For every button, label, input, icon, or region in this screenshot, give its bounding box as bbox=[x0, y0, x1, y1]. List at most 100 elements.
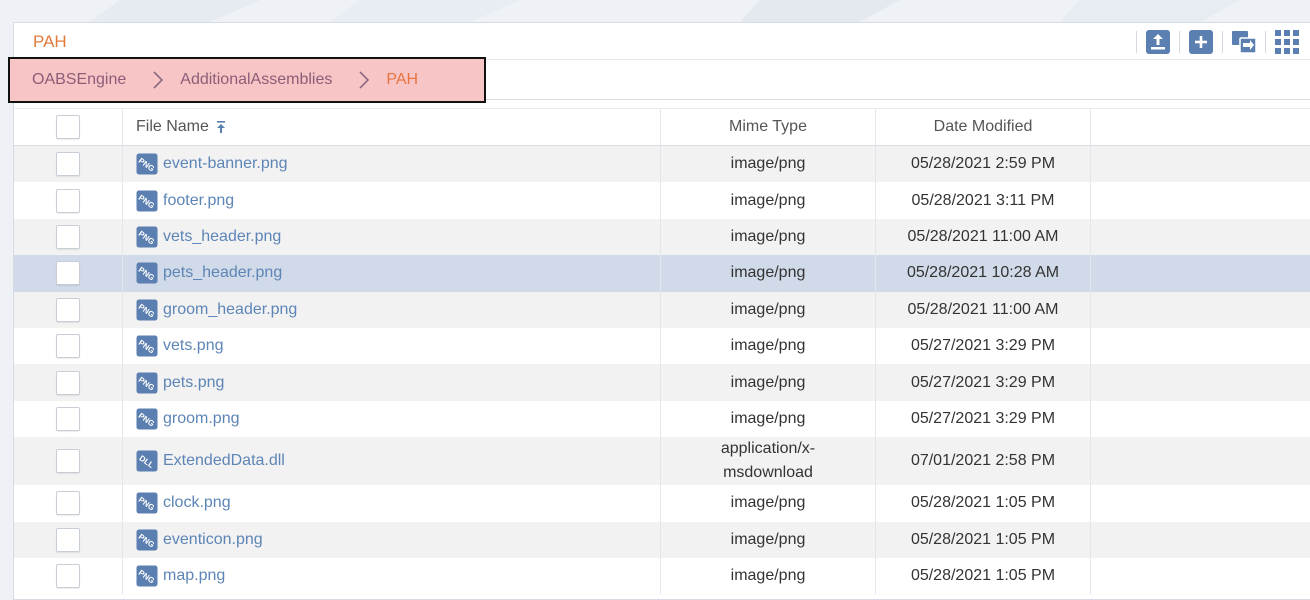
file-name-link[interactable]: ExtendedData.dll bbox=[163, 452, 285, 470]
move-icon bbox=[1232, 31, 1257, 54]
table-row-selected[interactable]: PNG pets_header.png image/png 05/28/2021… bbox=[14, 255, 1310, 292]
file-name-link[interactable]: map.png bbox=[163, 567, 225, 585]
file-name-cell: PNG footer.png bbox=[123, 182, 661, 219]
mime-type: image/png bbox=[730, 494, 806, 512]
date-modified-cell: 05/28/2021 11:00 AM bbox=[876, 291, 1091, 328]
table-row[interactable]: DLL ExtendedData.dll application/x- msdo… bbox=[14, 437, 1310, 486]
upload-icon bbox=[1146, 30, 1170, 54]
row-checkbox[interactable] bbox=[56, 297, 80, 322]
upload-button[interactable] bbox=[1145, 29, 1171, 55]
table-row[interactable]: PNG map.png image/png 05/28/2021 1:05 PM bbox=[14, 557, 1310, 595]
file-name-link[interactable]: eventicon.png bbox=[163, 531, 263, 549]
file-name-cell: PNG eventicon.png bbox=[123, 521, 661, 558]
column-header-label: File Name bbox=[136, 118, 209, 135]
mime-type: image/png bbox=[730, 337, 806, 355]
file-name-link[interactable]: pets_header.png bbox=[163, 264, 282, 282]
panel-header: PAH bbox=[14, 23, 1310, 59]
table-row[interactable]: PNG groom_header.png image/png 05/28/202… bbox=[14, 291, 1310, 328]
row-spacer bbox=[1091, 328, 1310, 364]
table-row[interactable]: PNG eventicon.png image/png 05/28/2021 1… bbox=[14, 521, 1310, 558]
row-spacer bbox=[1091, 146, 1310, 182]
mime-type-cell: image/png bbox=[661, 182, 876, 219]
chevron-right-icon bbox=[152, 71, 164, 89]
table-row[interactable]: PNG vets_header.png image/png 05/28/2021… bbox=[14, 218, 1310, 256]
row-checkbox[interactable] bbox=[56, 406, 80, 431]
row-check-cell bbox=[14, 521, 123, 558]
toolbar bbox=[1128, 28, 1310, 56]
date-modified-cell: 05/28/2021 1:05 PM bbox=[876, 557, 1091, 595]
toolbar-separator bbox=[1222, 31, 1223, 53]
date-modified-cell: 07/01/2021 2:58 PM bbox=[876, 437, 1091, 486]
date-modified: 05/28/2021 11:00 AM bbox=[907, 300, 1059, 318]
png-file-icon: PNG bbox=[136, 299, 158, 321]
toolbar-separator bbox=[1265, 31, 1266, 53]
row-check-cell bbox=[14, 182, 123, 219]
mime-type-cell: image/png bbox=[661, 364, 876, 401]
date-modified: 07/01/2021 2:58 PM bbox=[910, 452, 1056, 470]
date-modified: 05/28/2021 1:05 PM bbox=[910, 567, 1056, 585]
date-modified: 05/27/2021 3:29 PM bbox=[910, 409, 1056, 427]
row-checkbox[interactable] bbox=[56, 224, 80, 249]
date-modified-cell: 05/27/2021 3:29 PM bbox=[876, 400, 1091, 438]
column-header-mime-type[interactable]: Mime Type bbox=[661, 109, 876, 145]
row-check-cell bbox=[14, 557, 123, 595]
move-button[interactable] bbox=[1231, 29, 1257, 55]
breadcrumb-item-oabsengine[interactable]: OABSEngine bbox=[32, 71, 126, 89]
view-toggle-button[interactable] bbox=[1274, 29, 1300, 55]
column-header-label: Date Modified bbox=[933, 118, 1033, 135]
table-row[interactable]: PNG groom.png image/png 05/27/2021 3:29 … bbox=[14, 400, 1310, 438]
row-checkbox[interactable] bbox=[56, 370, 80, 395]
row-checkbox[interactable] bbox=[56, 527, 80, 552]
row-check-cell bbox=[14, 400, 123, 438]
mime-type: image/png bbox=[730, 409, 806, 427]
file-name-link[interactable]: footer.png bbox=[163, 192, 234, 210]
file-name-link[interactable]: vets_header.png bbox=[163, 228, 281, 246]
row-spacer bbox=[1091, 522, 1310, 558]
add-button[interactable] bbox=[1188, 29, 1214, 55]
row-check-cell bbox=[14, 327, 123, 365]
table-row[interactable]: PNG pets.png image/png 05/27/2021 3:29 P… bbox=[14, 364, 1310, 401]
breadcrumb-item-additionalassemblies[interactable]: AdditionalAssemblies bbox=[180, 71, 332, 89]
row-checkbox[interactable] bbox=[56, 491, 80, 516]
row-checkbox[interactable] bbox=[56, 564, 80, 589]
row-check-cell bbox=[14, 437, 123, 486]
column-header-date-modified[interactable]: Date Modified bbox=[876, 109, 1091, 145]
row-checkbox[interactable] bbox=[56, 188, 80, 213]
file-name-link[interactable]: event-banner.png bbox=[163, 155, 288, 173]
table-row[interactable]: PNG clock.png image/png 05/28/2021 1:05 … bbox=[14, 485, 1310, 522]
mime-type-cell: image/png bbox=[661, 485, 876, 522]
file-name-cell: PNG groom_header.png bbox=[123, 291, 661, 328]
row-check-cell bbox=[14, 255, 123, 292]
table-row[interactable]: PNG event-banner.png image/png 05/28/202… bbox=[14, 146, 1310, 183]
mime-type-cell: image/png bbox=[661, 218, 876, 256]
table-row[interactable]: PNG vets.png image/png 05/27/2021 3:29 P… bbox=[14, 327, 1310, 365]
date-modified: 05/27/2021 3:29 PM bbox=[910, 337, 1056, 355]
table-row[interactable]: PNG footer.png image/png 05/28/2021 3:11… bbox=[14, 182, 1310, 219]
mime-type: image/png bbox=[730, 227, 806, 245]
row-checkbox[interactable] bbox=[56, 152, 80, 177]
file-name-link[interactable]: groom.png bbox=[163, 410, 240, 428]
file-name-cell: DLL ExtendedData.dll bbox=[123, 437, 661, 486]
png-file-icon: PNG bbox=[136, 262, 158, 284]
date-modified-cell: 05/28/2021 10:28 AM bbox=[876, 255, 1091, 292]
png-file-icon: PNG bbox=[136, 190, 158, 212]
mime-type: image/png bbox=[730, 530, 806, 548]
sort-descending-icon[interactable] bbox=[216, 120, 226, 134]
png-file-icon: PNG bbox=[136, 492, 158, 514]
date-modified: 05/28/2021 11:00 AM bbox=[907, 227, 1059, 245]
select-all-checkbox[interactable] bbox=[56, 115, 80, 139]
file-name-link[interactable]: clock.png bbox=[163, 494, 231, 512]
breadcrumb-item-pah: PAH bbox=[386, 71, 419, 88]
mime-type: image/png bbox=[730, 373, 806, 391]
file-name-link[interactable]: pets.png bbox=[163, 374, 224, 392]
row-checkbox[interactable] bbox=[56, 261, 80, 286]
row-check-cell bbox=[14, 485, 123, 522]
file-name-link[interactable]: vets.png bbox=[163, 337, 223, 355]
png-file-icon: PNG bbox=[136, 408, 158, 430]
row-checkbox[interactable] bbox=[56, 449, 80, 474]
column-header-file-name[interactable]: File Name bbox=[123, 109, 661, 145]
row-checkbox[interactable] bbox=[56, 334, 80, 359]
file-name-cell: PNG vets_header.png bbox=[123, 218, 661, 256]
file-manager-panel: PAH OABSEngine AdditionalAssemblies PAH … bbox=[8, 22, 1310, 600]
file-name-link[interactable]: groom_header.png bbox=[163, 301, 297, 319]
